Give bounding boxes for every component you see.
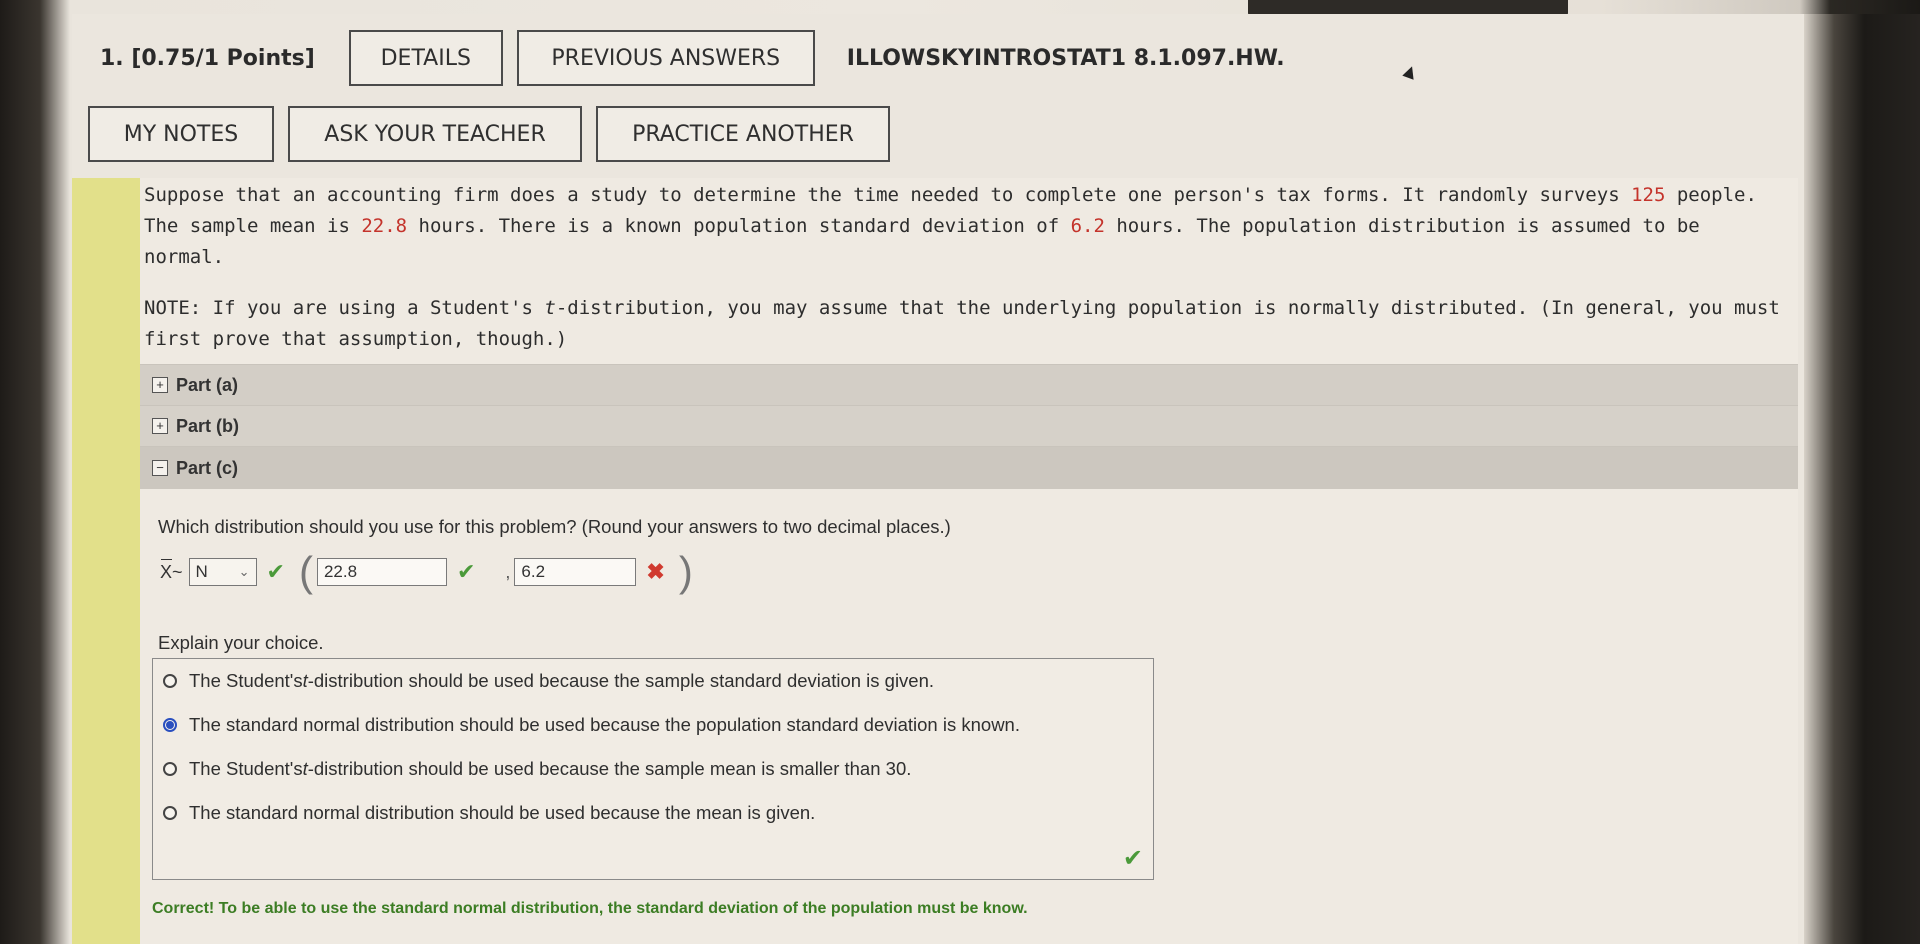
question-status-bar <box>72 178 140 944</box>
radio-button[interactable] <box>163 674 177 688</box>
question-header: 1. [0.75/1 Points] DETAILS PREVIOUS ANSW… <box>100 28 1285 88</box>
mean-input[interactable]: 22.8 <box>316 558 447 586</box>
choice-item[interactable]: The standard normal distribution should … <box>153 703 1153 747</box>
expand-icon[interactable]: + <box>152 418 168 434</box>
problem-statement: Suppose that an accounting firm does a s… <box>144 184 1757 268</box>
chevron-down-icon: ⌄ <box>238 564 250 579</box>
distribution-select[interactable]: N ⌄ <box>188 558 257 586</box>
radio-button[interactable] <box>163 806 177 820</box>
sample-mean: 22.8 <box>361 215 408 237</box>
cross-icon: ✖ <box>646 559 665 584</box>
screen-edge <box>1804 14 1920 944</box>
part-c-question: Which distribution should you use for th… <box>158 516 951 537</box>
close-paren: ) <box>678 548 693 595</box>
choice-item[interactable]: The standard normal distribution should … <box>153 791 1153 835</box>
explanation-choices: The Student's t -distribution should be u… <box>152 658 1154 880</box>
population-sd: 6.2 <box>1070 215 1105 237</box>
sd-input[interactable]: 6.2 <box>514 558 637 586</box>
choice-item[interactable]: The Student's t -distribution should be u… <box>153 747 1153 791</box>
assignment-id: ILLOWSKYINTROSTAT1 8.1.097.HW. <box>846 45 1285 71</box>
choice-item[interactable]: The Student's t -distribution should be u… <box>153 659 1153 703</box>
details-button[interactable]: DETAILS <box>348 30 503 86</box>
part-a-header[interactable]: + Part (a) <box>140 364 1798 405</box>
collapse-icon[interactable]: − <box>152 460 168 476</box>
expand-icon[interactable]: + <box>152 377 168 393</box>
my-notes-button[interactable]: MY NOTES <box>88 106 274 162</box>
sample-size: 125 <box>1631 184 1666 206</box>
screen-background: 1. [0.75/1 Points] DETAILS PREVIOUS ANSW… <box>0 0 1920 944</box>
practice-another-button[interactable]: PRACTICE ANOTHER <box>596 106 890 162</box>
question-toolbar: MY NOTES ASK YOUR TEACHER PRACTICE ANOTH… <box>88 106 904 162</box>
problem-text: Suppose that an accounting firm does a s… <box>144 180 1784 355</box>
radio-button-selected[interactable] <box>163 718 177 732</box>
part-c-header[interactable]: − Part (c) <box>140 446 1798 489</box>
previous-answers-button[interactable]: PREVIOUS ANSWERS <box>516 30 815 86</box>
explain-label: Explain your choice. <box>158 632 324 653</box>
open-paren: ( <box>298 548 313 595</box>
question-points: 1. [0.75/1 Points] <box>100 45 315 71</box>
xbar-symbol: X~ <box>160 558 183 583</box>
ask-your-teacher-button[interactable]: ASK YOUR TEACHER <box>288 106 582 162</box>
part-b-header[interactable]: + Part (b) <box>140 405 1798 446</box>
comma-separator: , <box>505 561 511 582</box>
feedback-message: Correct! To be able to use the standard … <box>152 900 1028 917</box>
problem-note: NOTE: If you are using a Student's t-dis… <box>144 297 1780 350</box>
parts-list: + Part (a) + Part (b) − Part (c) <box>140 364 1798 489</box>
check-icon: ✔ <box>1122 845 1143 872</box>
radio-button[interactable] <box>163 762 177 776</box>
check-icon: ✔ <box>456 559 476 584</box>
check-icon: ✔ <box>266 559 285 584</box>
distribution-answer-row: X~ N ⌄ ✔ ( 22.8 ✔ , 6.2 ✖ ) <box>160 548 697 596</box>
